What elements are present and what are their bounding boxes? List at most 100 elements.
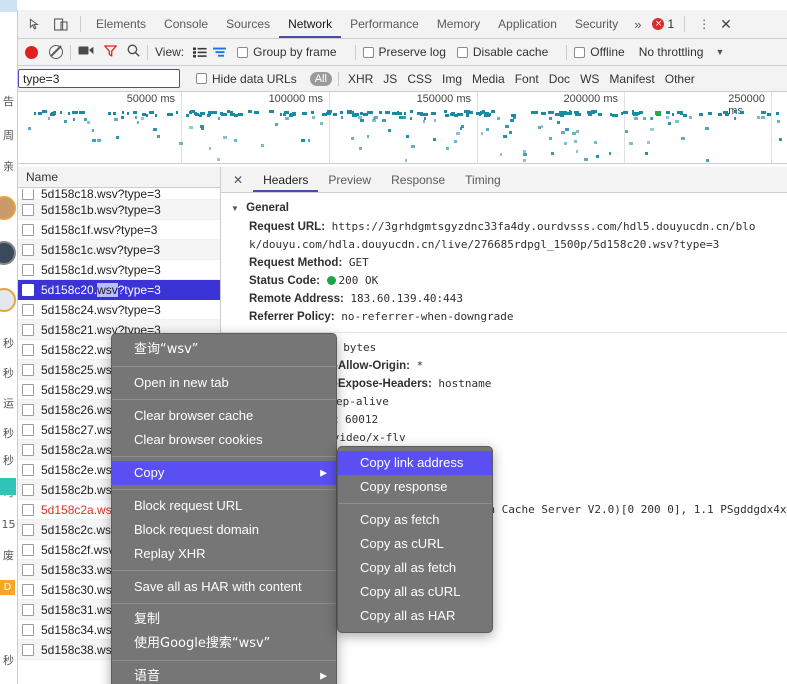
menu-item[interactable]: 复制 [112, 608, 336, 632]
menu-item[interactable]: 语音 ▶ [112, 665, 336, 684]
copy-submenu[interactable]: Copy link address Copy response Copy as fe… [337, 446, 493, 633]
tab-sources[interactable]: Sources [217, 10, 279, 38]
overview-dot [423, 112, 429, 116]
search-icon[interactable] [127, 44, 140, 60]
overview-dot [699, 112, 704, 116]
menu-item[interactable]: Save all as HAR with content [112, 575, 336, 599]
header-row: Referrer Policy: no-referrer-when-downgr… [221, 308, 787, 326]
menu-item[interactable]: Block request domain [112, 518, 336, 542]
menu-item[interactable]: Block request URL [112, 494, 336, 518]
request-name: 5d158c1b.wsv?type=3 [41, 202, 161, 217]
menu-item-label: 查询“wsv” [134, 342, 199, 357]
page-text: 秒 [3, 337, 14, 350]
type-filter-media[interactable]: Media [467, 72, 510, 86]
menu-item[interactable]: Copy response [338, 475, 492, 499]
menu-separator [112, 603, 336, 604]
type-filter-all[interactable]: All [309, 71, 332, 86]
disable-cache-checkbox[interactable]: Disable cache [456, 45, 548, 59]
menu-item[interactable]: Clear browser cookies [112, 428, 336, 452]
menu-item[interactable]: Copy all as fetch [338, 556, 492, 580]
menu-item[interactable]: Replay XHR [112, 542, 336, 566]
menu-item[interactable]: Clear browser cache [112, 404, 336, 428]
clear-button[interactable] [49, 45, 63, 59]
tab-console[interactable]: Console [155, 10, 217, 38]
type-filter-doc[interactable]: Doc [544, 72, 575, 86]
record-button[interactable] [25, 45, 38, 59]
overview-dot [382, 119, 387, 123]
menu-item-label: Copy as fetch [360, 512, 440, 527]
context-menu[interactable]: 查询“wsv” Open in new tab Clear browser cach… [111, 333, 337, 684]
type-filter-font[interactable]: Font [510, 72, 544, 86]
detail-tab-preview[interactable]: Preview [318, 167, 381, 192]
request-name: 5d158c1c.wsv?type=3 [41, 242, 161, 257]
detail-tab-response[interactable]: Response [381, 167, 455, 192]
overview-dot [96, 139, 101, 143]
close-devtools-button[interactable]: ✕ [717, 16, 739, 33]
capture-screenshots-icon[interactable] [78, 45, 94, 59]
table-row[interactable]: 5d158c1c.wsv?type=3 [18, 240, 220, 260]
type-filter-img[interactable]: Img [437, 72, 467, 86]
tab-application[interactable]: Application [489, 10, 566, 38]
chevron-down-icon[interactable]: ▼ [715, 47, 724, 57]
menu-item[interactable]: Copy all as cURL [338, 580, 492, 604]
overview-dot [676, 110, 683, 114]
menu-item[interactable]: Copy as fetch [338, 508, 492, 532]
overview-dot [591, 110, 598, 114]
filter-input[interactable] [18, 69, 180, 88]
preserve-log-checkbox[interactable]: Preserve log [362, 45, 446, 59]
table-row[interactable]: 5d158c1d.wsv?type=3 [18, 260, 220, 280]
detail-tab-headers[interactable]: Headers [253, 167, 318, 192]
avatar [0, 196, 16, 220]
waterfall-view-icon[interactable] [210, 43, 230, 61]
throttling-select[interactable]: No throttling [639, 45, 704, 59]
type-filter-css[interactable]: CSS [402, 72, 437, 86]
overview-dot [497, 117, 501, 121]
overview-dot [667, 121, 672, 125]
devtools-menu-button[interactable]: ⋮ [691, 17, 717, 31]
close-details-button[interactable]: ✕ [229, 173, 253, 187]
type-filter-js[interactable]: JS [378, 72, 402, 86]
menu-item[interactable]: 查询“wsv” [112, 338, 336, 362]
filter-icon[interactable] [104, 44, 117, 60]
table-row[interactable]: 5d158c24.wsv?type=3 [18, 300, 220, 320]
type-filter-xhr[interactable]: XHR [343, 72, 378, 86]
tab-performance[interactable]: Performance [341, 10, 428, 38]
list-view-icon[interactable] [190, 43, 210, 61]
tab-security[interactable]: Security [566, 10, 627, 38]
type-filter-other[interactable]: Other [660, 72, 700, 86]
menu-item[interactable]: Copy link address [338, 451, 492, 475]
menu-item[interactable]: Copy as cURL [338, 532, 492, 556]
page-text: 秒 [3, 454, 14, 467]
table-row[interactable]: 5d158c20.wsv?type=3 [18, 280, 220, 300]
menu-item[interactable]: Copy all as HAR [338, 604, 492, 628]
type-filter-ws[interactable]: WS [575, 72, 604, 86]
general-section-title[interactable]: ▼ General [221, 200, 787, 218]
hide-data-urls-checkbox[interactable]: Hide data URLs [196, 72, 297, 86]
overview-dot [522, 152, 527, 156]
overview-dot [333, 112, 337, 116]
menu-item[interactable]: Copy ▶ [112, 461, 336, 485]
overview-dot [464, 110, 470, 114]
tab-network[interactable]: Network [279, 10, 341, 38]
tab-elements[interactable]: Elements [87, 10, 155, 38]
overview-request-dots [18, 109, 787, 163]
requests-column-header[interactable]: Name [18, 167, 220, 188]
overview-dot [623, 111, 628, 115]
device-toolbar-icon[interactable] [48, 11, 74, 37]
network-overview-timeline[interactable]: 50000 ms 100000 ms 150000 ms 200000 ms 25000… [18, 92, 787, 164]
group-by-frame-checkbox[interactable]: Group by frame [237, 45, 337, 59]
offline-checkbox[interactable]: Offline [574, 45, 625, 59]
detail-tab-timing[interactable]: Timing [455, 167, 511, 192]
menu-item[interactable]: Open in new tab [112, 371, 336, 395]
type-filter-manifest[interactable]: Manifest [604, 72, 659, 86]
table-row[interactable]: 5d158c1f.wsv?type=3 [18, 220, 220, 240]
table-row[interactable]: 5d158c18.wsv?type=3 [18, 189, 220, 201]
menu-item[interactable]: 使用Google搜索“wsv” [112, 632, 336, 656]
error-count[interactable]: × 1 [648, 17, 678, 31]
request-type-icon [22, 563, 34, 576]
more-tabs-button[interactable]: » [627, 17, 648, 32]
tab-memory[interactable]: Memory [428, 10, 489, 38]
table-row[interactable]: 5d158c1b.wsv?type=3 [18, 200, 220, 220]
inspect-element-icon[interactable] [22, 11, 48, 37]
error-icon: × [652, 18, 665, 30]
